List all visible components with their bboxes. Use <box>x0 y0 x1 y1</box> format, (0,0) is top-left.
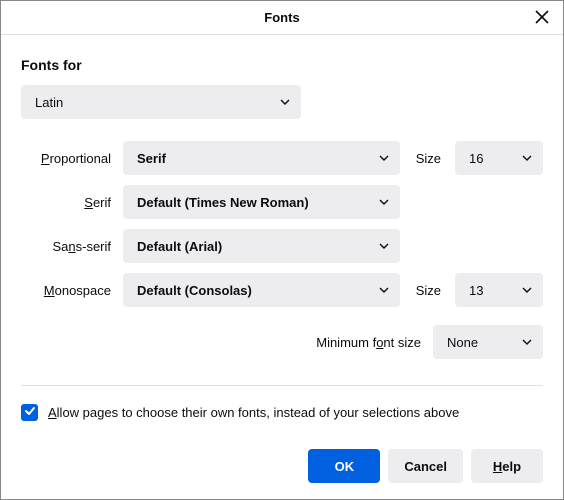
allow-pages-label: Allow pages to choose their own fonts, i… <box>48 405 459 420</box>
close-icon <box>535 10 549 27</box>
allow-pages-checkbox-row[interactable]: Allow pages to choose their own fonts, i… <box>21 404 543 421</box>
proportional-size-select[interactable]: 16 <box>455 141 543 175</box>
ok-button[interactable]: OK <box>308 449 380 483</box>
serif-label: Serif <box>21 195 111 210</box>
language-select[interactable]: Latin <box>21 85 301 119</box>
monospace-size-select[interactable]: 13 <box>455 273 543 307</box>
chevron-down-icon <box>378 240 390 252</box>
proportional-size-label: Size <box>412 151 443 166</box>
language-value: Latin <box>35 95 279 110</box>
minimum-font-select[interactable]: None <box>433 325 543 359</box>
close-button[interactable] <box>531 7 553 29</box>
sans-serif-select[interactable]: Default (Arial) <box>123 229 400 263</box>
proportional-select[interactable]: Serif <box>123 141 400 175</box>
monospace-select[interactable]: Default (Consolas) <box>123 273 400 307</box>
chevron-down-icon <box>378 152 390 164</box>
font-grid: Proportional Serif Size 16 Serif Default… <box>21 141 543 307</box>
sans-serif-value: Default (Arial) <box>137 239 378 254</box>
chevron-down-icon <box>521 284 533 296</box>
proportional-value: Serif <box>137 151 378 166</box>
monospace-value: Default (Consolas) <box>137 283 378 298</box>
dialog-content: Fonts for Latin Proportional Serif Size … <box>1 35 563 433</box>
sans-serif-label: Sans-serif <box>21 239 111 254</box>
titlebar: Fonts <box>1 1 563 35</box>
chevron-down-icon <box>521 152 533 164</box>
monospace-size-value: 13 <box>469 283 521 298</box>
monospace-label: Monospace <box>21 283 111 298</box>
cancel-button[interactable]: Cancel <box>388 449 463 483</box>
dialog-title: Fonts <box>264 10 299 25</box>
serif-value: Default (Times New Roman) <box>137 195 378 210</box>
proportional-size-value: 16 <box>469 151 521 166</box>
check-icon <box>24 405 36 420</box>
serif-select[interactable]: Default (Times New Roman) <box>123 185 400 219</box>
chevron-down-icon <box>378 196 390 208</box>
minimum-font-label: Minimum font size <box>316 335 421 350</box>
chevron-down-icon <box>279 96 291 108</box>
proportional-label: Proportional <box>21 151 111 166</box>
monospace-size-label: Size <box>412 283 443 298</box>
chevron-down-icon <box>378 284 390 296</box>
minimum-font-value: None <box>447 335 521 350</box>
allow-pages-checkbox[interactable] <box>21 404 38 421</box>
minimum-font-row: Minimum font size None <box>21 325 543 359</box>
dialog-buttons: OK Cancel Help <box>1 433 563 499</box>
divider <box>21 385 543 386</box>
language-row: Latin <box>21 85 543 119</box>
chevron-down-icon <box>521 336 533 348</box>
help-button[interactable]: Help <box>471 449 543 483</box>
fonts-for-heading: Fonts for <box>21 57 543 73</box>
